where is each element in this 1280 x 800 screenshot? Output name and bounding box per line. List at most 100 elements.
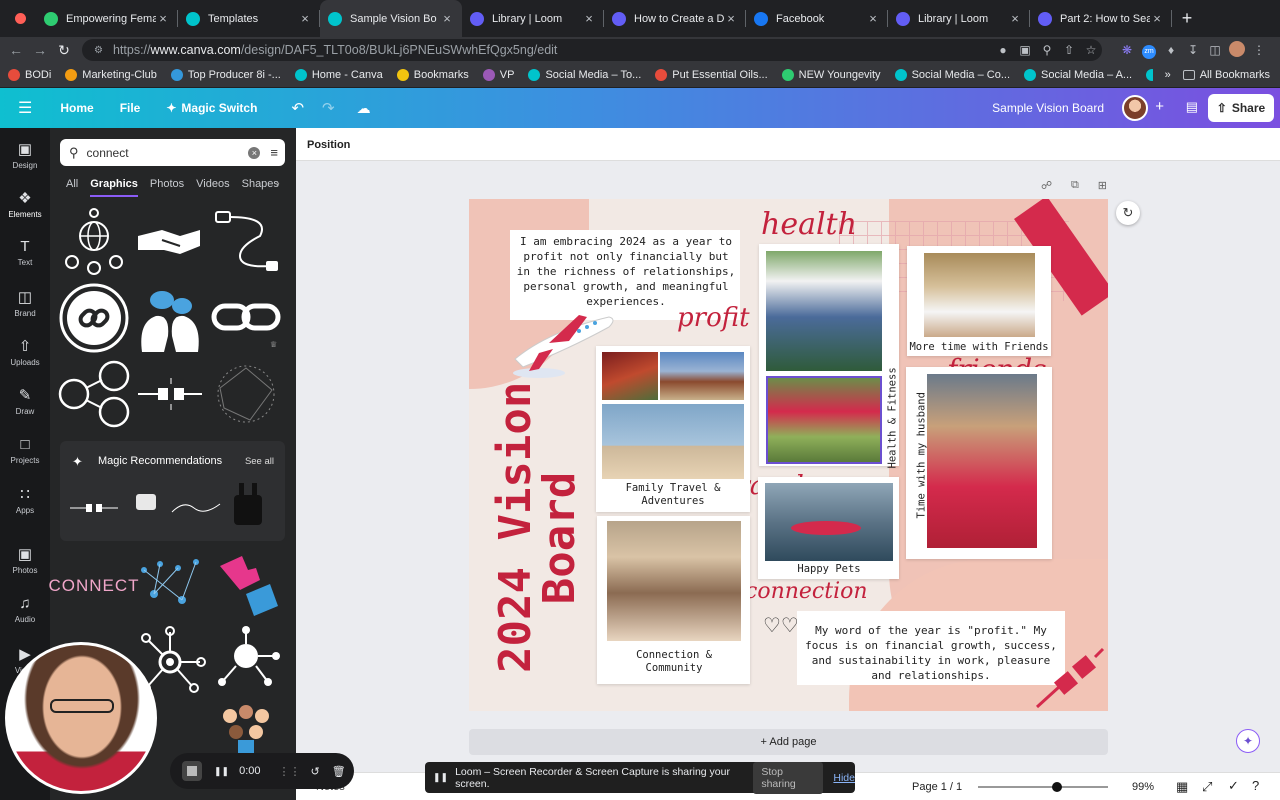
bookmark-item[interactable]: Top Producer 8i -...: [170, 69, 281, 81]
handshake-graphic[interactable]: [134, 206, 206, 278]
panel-tab-all[interactable]: All: [66, 178, 78, 197]
two-heads-chat-graphic[interactable]: [134, 282, 206, 354]
browser-tab[interactable]: Sample Vision Bo ×: [320, 0, 462, 37]
zoom-slider[interactable]: [978, 786, 1108, 788]
check-icon[interactable]: ✓: [1228, 778, 1239, 794]
browser-tab[interactable]: Facebook ×: [746, 0, 888, 37]
cable-plug-graphic[interactable]: [210, 206, 282, 278]
browser-tab[interactable]: Library | Loom ×: [462, 0, 604, 37]
panel-tab-videos[interactable]: Videos: [196, 178, 229, 197]
bookmark-item[interactable]: VP: [482, 69, 514, 81]
more-bookmarks-icon[interactable]: »: [1165, 69, 1171, 81]
loom-extension-icon[interactable]: ❋: [1116, 43, 1138, 57]
bookmark-item[interactable]: Social Media – To...: [528, 69, 641, 81]
home-button[interactable]: Home: [60, 101, 93, 115]
collaborator-avatar[interactable]: [1122, 95, 1148, 121]
plug-spark-graphic[interactable]: [134, 358, 206, 430]
new-tab-button[interactable]: +: [1172, 8, 1202, 29]
close-tab-icon[interactable]: ×: [724, 11, 738, 26]
bookmark-item[interactable]: Home - Canva: [294, 69, 383, 81]
health-photo-1[interactable]: [766, 251, 882, 371]
pause-recording-icon[interactable]: ❚❚: [214, 766, 229, 777]
menu-icon[interactable]: ☰: [18, 98, 32, 118]
share-page-icon[interactable]: ⇧: [1058, 43, 1080, 57]
magic-switch-button[interactable]: ✦ Magic Switch: [166, 101, 257, 115]
people-lines-graphic[interactable]: [134, 550, 206, 622]
refresh-comment-icon[interactable]: ↻: [1116, 201, 1140, 225]
browser-tab[interactable]: Templates ×: [178, 0, 320, 37]
stop-sharing-button[interactable]: Stop sharing: [753, 761, 824, 794]
husband-photo[interactable]: [927, 374, 1037, 548]
stop-recording-button[interactable]: [182, 761, 202, 781]
magic-assistant-button[interactable]: ✦: [1236, 729, 1260, 753]
document-title[interactable]: Sample Vision Board: [992, 101, 1104, 115]
rail-item-elements[interactable]: ❖ Elements: [0, 189, 50, 219]
chain-link-circle-graphic[interactable]: [58, 282, 130, 354]
panel-tab-photos[interactable]: Photos: [150, 178, 184, 197]
add-page-button[interactable]: + Add page: [469, 729, 1108, 755]
node-network-graphic[interactable]: [210, 626, 282, 698]
puzzle-pieces-graphic[interactable]: [210, 550, 282, 622]
all-bookmarks[interactable]: All Bookmarks: [1182, 69, 1270, 81]
bookmark-item[interactable]: NEW Youngevity: [781, 69, 881, 81]
clear-search-icon[interactable]: ×: [248, 146, 261, 159]
bookmark-item[interactable]: Social Media – A...: [1024, 69, 1132, 81]
close-tab-icon[interactable]: ×: [1008, 11, 1022, 26]
fullscreen-icon[interactable]: ⤢: [1202, 779, 1212, 795]
close-tab-icon[interactable]: ×: [866, 11, 880, 26]
close-window-icon[interactable]: [15, 13, 26, 24]
rail-item-uploads[interactable]: ⇧ Uploads: [0, 337, 50, 367]
tabs-scroll-right-icon[interactable]: ›: [276, 178, 280, 190]
hide-button[interactable]: Hide: [833, 772, 855, 784]
site-info-icon[interactable]: ⚙: [94, 45, 103, 56]
magic-puzzle-graphic[interactable]: [126, 486, 168, 530]
loom-camera-bubble[interactable]: [5, 642, 157, 794]
search-box[interactable]: ⚲ connect × ≡: [60, 139, 285, 166]
health-photo-2[interactable]: [766, 376, 882, 464]
connect-word-graphic[interactable]: CONNECT: [48, 550, 138, 622]
zoom-extension-icon[interactable]: zm: [1138, 42, 1160, 59]
friends-photo[interactable]: [924, 253, 1035, 337]
vertical-title[interactable]: 2024 Vision Board: [469, 382, 609, 699]
people-network-graphic[interactable]: [58, 358, 130, 430]
bookmark-item[interactable]: Bookmarks: [396, 69, 469, 81]
drag-handle-icon[interactable]: ⋮⋮: [279, 765, 301, 778]
bookmark-item[interactable]: BODi: [8, 69, 51, 81]
filter-icon[interactable]: ≡: [270, 145, 278, 160]
red-plug-graphic[interactable]: [1035, 647, 1105, 709]
browser-tab[interactable]: Part 2: How to Searc×: [1030, 0, 1172, 37]
download-icon[interactable]: ↧: [1182, 43, 1204, 57]
back-button[interactable]: ←: [4, 42, 28, 58]
connection-photo[interactable]: [607, 521, 741, 641]
cloud-save-icon[interactable]: ☁: [357, 100, 371, 117]
rail-item-text[interactable]: T Text: [0, 238, 50, 267]
grid-view-icon[interactable]: ▦: [1176, 779, 1188, 795]
magic-spark-wire-graphic[interactable]: [170, 486, 222, 530]
magic-plug-graphic[interactable]: [68, 486, 120, 530]
magic-black-plug-graphic[interactable]: [228, 481, 268, 531]
delete-recording-icon[interactable]: 🗑: [332, 765, 346, 778]
zoom-icon[interactable]: ⚲: [1036, 43, 1058, 57]
close-tab-icon[interactable]: ×: [440, 11, 454, 26]
globe-network-graphic[interactable]: [58, 206, 130, 278]
family-photo-beach[interactable]: [602, 404, 744, 479]
restart-recording-icon[interactable]: ↺: [311, 765, 320, 778]
reload-button[interactable]: ↻: [52, 42, 76, 59]
word-connection[interactable]: connection: [745, 579, 868, 604]
browser-tab[interactable]: Library | Loom ×: [888, 0, 1030, 37]
panel-tab-shapes[interactable]: Shapes: [242, 178, 279, 197]
undo-icon[interactable]: ↶: [291, 99, 304, 117]
browser-tab[interactable]: Empowering Female×: [36, 0, 178, 37]
close-tab-icon[interactable]: ×: [298, 11, 312, 26]
redo-icon[interactable]: ↷: [322, 99, 335, 117]
add-collaborator-icon[interactable]: +: [1155, 98, 1164, 115]
forward-button[interactable]: →: [28, 42, 52, 58]
close-tab-icon[interactable]: ×: [156, 11, 170, 26]
extensions-puzzle-icon[interactable]: ♦: [1160, 43, 1182, 57]
share-button[interactable]: ⇧ Share: [1208, 94, 1274, 122]
search-input[interactable]: connect: [87, 146, 249, 160]
close-tab-icon[interactable]: ×: [582, 11, 596, 26]
bookmark-item[interactable]: Social Media – Co...: [1146, 69, 1153, 81]
wireframe-globe-graphic[interactable]: [210, 358, 282, 430]
rail-item-design[interactable]: ▣ Design: [0, 140, 50, 170]
